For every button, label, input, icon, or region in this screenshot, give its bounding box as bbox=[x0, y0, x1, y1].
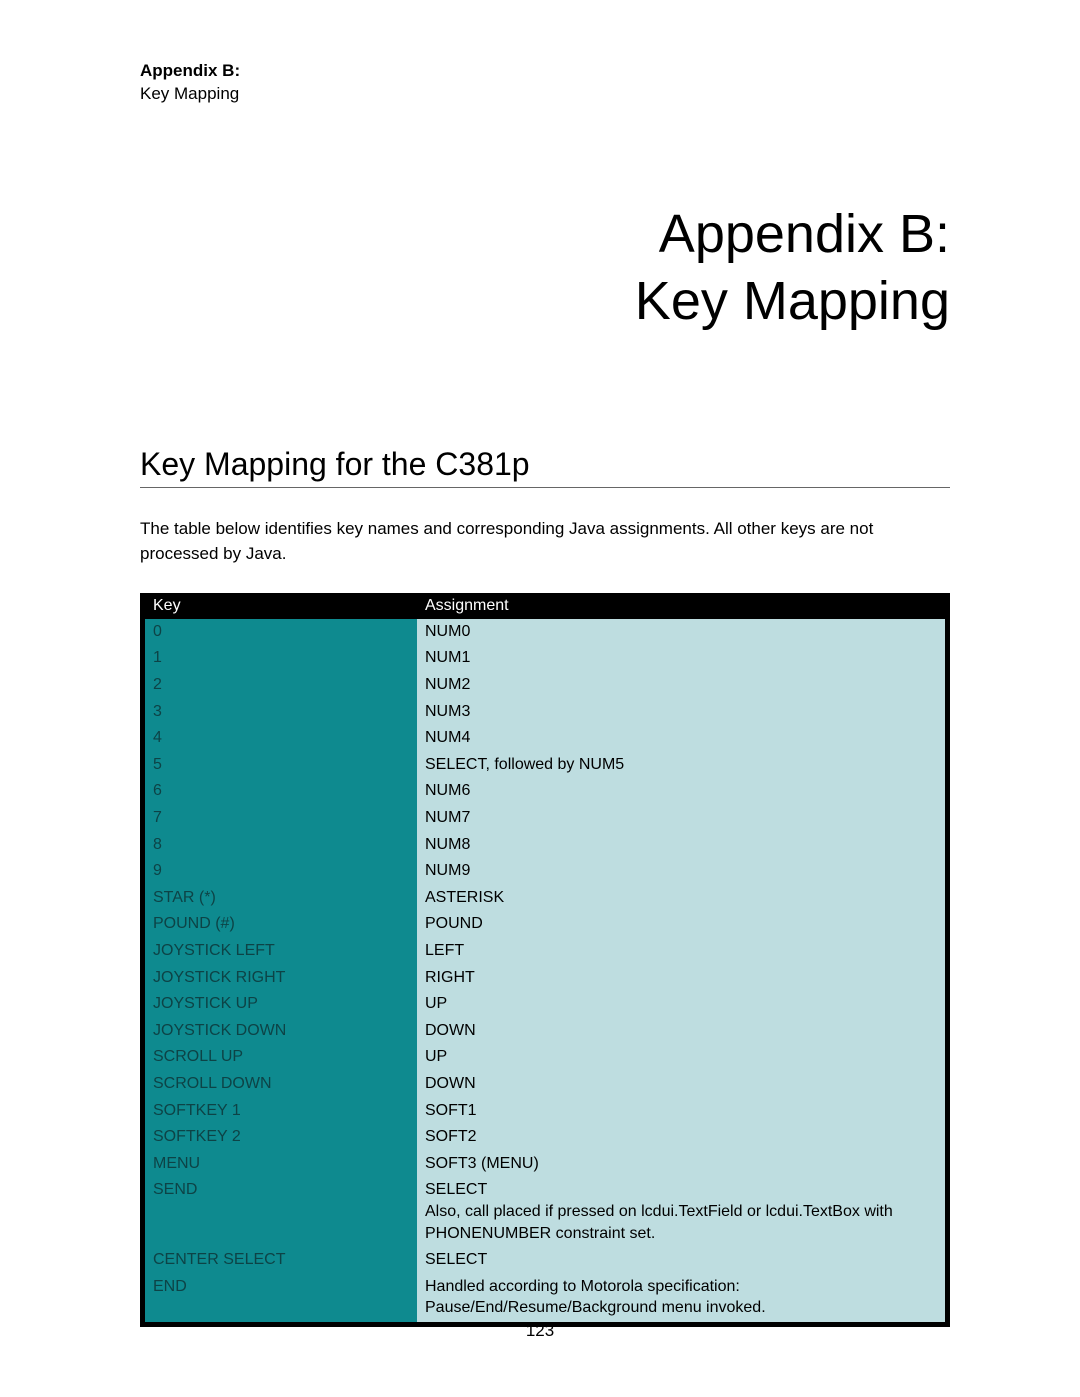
table-row: 6NUM6 bbox=[145, 778, 945, 805]
table-cell-key: CENTER SELECT bbox=[145, 1247, 417, 1274]
table-row: JOYSTICK DOWNDOWN bbox=[145, 1018, 945, 1045]
table-cell-assignment: UP bbox=[417, 991, 945, 1018]
table-row: MENUSOFT3 (MENU) bbox=[145, 1151, 945, 1178]
table-row: JOYSTICK RIGHTRIGHT bbox=[145, 965, 945, 992]
table-row: CENTER SELECTSELECT bbox=[145, 1247, 945, 1274]
table-row: SENDSELECT Also, call placed if pressed … bbox=[145, 1177, 945, 1247]
table-cell-assignment: LEFT bbox=[417, 938, 945, 965]
table-cell-key: 6 bbox=[145, 778, 417, 805]
table-cell-key: SEND bbox=[145, 1177, 417, 1247]
table-cell-key: 4 bbox=[145, 725, 417, 752]
table-row: SCROLL DOWNDOWN bbox=[145, 1071, 945, 1098]
table-cell-key: JOYSTICK RIGHT bbox=[145, 965, 417, 992]
table-row: 3NUM3 bbox=[145, 699, 945, 726]
table-cell-key: SCROLL UP bbox=[145, 1044, 417, 1071]
table-header-key: Key bbox=[145, 593, 417, 619]
table-row: SCROLL UPUP bbox=[145, 1044, 945, 1071]
table-cell-assignment: SOFT3 (MENU) bbox=[417, 1151, 945, 1178]
table-row: 0NUM0 bbox=[145, 619, 945, 646]
table-row: SOFTKEY 1SOFT1 bbox=[145, 1098, 945, 1125]
table-cell-assignment: NUM9 bbox=[417, 858, 945, 885]
table-header-assignment: Assignment bbox=[417, 593, 945, 619]
table-cell-assignment: NUM3 bbox=[417, 699, 945, 726]
table-cell-key: SOFTKEY 2 bbox=[145, 1124, 417, 1151]
table-row: POUND (#)POUND bbox=[145, 911, 945, 938]
table-cell-key: END bbox=[145, 1274, 417, 1322]
page: Appendix B: Key Mapping Appendix B: Key … bbox=[0, 0, 1080, 1397]
table-cell-assignment: NUM2 bbox=[417, 672, 945, 699]
table-row: 4NUM4 bbox=[145, 725, 945, 752]
table-row: ENDHandled according to Motorola specifi… bbox=[145, 1274, 945, 1322]
table-cell-key: SCROLL DOWN bbox=[145, 1071, 417, 1098]
table-cell-key: 9 bbox=[145, 858, 417, 885]
table-row: 2NUM2 bbox=[145, 672, 945, 699]
page-title-line1: Appendix B: bbox=[140, 201, 950, 269]
table-cell-key: 0 bbox=[145, 619, 417, 646]
table-cell-assignment: NUM7 bbox=[417, 805, 945, 832]
table-cell-assignment: NUM4 bbox=[417, 725, 945, 752]
table-cell-assignment: NUM6 bbox=[417, 778, 945, 805]
table-cell-key: 8 bbox=[145, 832, 417, 859]
section-title: Key Mapping for the C381p bbox=[140, 446, 950, 488]
table-row: 1NUM1 bbox=[145, 645, 945, 672]
page-number: 123 bbox=[0, 1321, 1080, 1341]
running-header: Appendix B: Key Mapping bbox=[140, 60, 950, 106]
table-cell-key: 2 bbox=[145, 672, 417, 699]
table-cell-key: JOYSTICK UP bbox=[145, 991, 417, 1018]
table-cell-assignment: POUND bbox=[417, 911, 945, 938]
table-cell-key: 3 bbox=[145, 699, 417, 726]
table-row: 5SELECT, followed by NUM5 bbox=[145, 752, 945, 779]
key-mapping-table-wrap: Key Assignment 0NUM01NUM12NUM23NUM34NUM4… bbox=[140, 593, 950, 1327]
table-cell-key: POUND (#) bbox=[145, 911, 417, 938]
table-cell-key: STAR (*) bbox=[145, 885, 417, 912]
running-header-line1: Appendix B: bbox=[140, 60, 950, 83]
table-cell-key: SOFTKEY 1 bbox=[145, 1098, 417, 1125]
running-header-line2: Key Mapping bbox=[140, 83, 950, 106]
table-row: 9NUM9 bbox=[145, 858, 945, 885]
table-cell-assignment: DOWN bbox=[417, 1018, 945, 1045]
intro-paragraph: The table below identifies key names and… bbox=[140, 516, 950, 567]
table-cell-assignment: DOWN bbox=[417, 1071, 945, 1098]
table-cell-key: MENU bbox=[145, 1151, 417, 1178]
table-cell-key: 5 bbox=[145, 752, 417, 779]
table-cell-assignment: ASTERISK bbox=[417, 885, 945, 912]
table-row: STAR (*)ASTERISK bbox=[145, 885, 945, 912]
table-header-row: Key Assignment bbox=[145, 593, 945, 619]
table-cell-assignment: Handled according to Motorola specificat… bbox=[417, 1274, 945, 1322]
page-title: Appendix B: Key Mapping bbox=[140, 201, 950, 336]
table-cell-key: JOYSTICK DOWN bbox=[145, 1018, 417, 1045]
table-cell-assignment: NUM8 bbox=[417, 832, 945, 859]
table-cell-assignment: NUM1 bbox=[417, 645, 945, 672]
key-mapping-table: Key Assignment 0NUM01NUM12NUM23NUM34NUM4… bbox=[145, 593, 945, 1322]
table-row: JOYSTICK LEFTLEFT bbox=[145, 938, 945, 965]
table-row: JOYSTICK UPUP bbox=[145, 991, 945, 1018]
page-title-line2: Key Mapping bbox=[140, 268, 950, 336]
table-cell-key: JOYSTICK LEFT bbox=[145, 938, 417, 965]
table-row: 8NUM8 bbox=[145, 832, 945, 859]
table-cell-assignment: SELECT bbox=[417, 1247, 945, 1274]
table-cell-key: 1 bbox=[145, 645, 417, 672]
table-cell-assignment: SELECT, followed by NUM5 bbox=[417, 752, 945, 779]
table-cell-assignment: UP bbox=[417, 1044, 945, 1071]
table-row: SOFTKEY 2SOFT2 bbox=[145, 1124, 945, 1151]
table-cell-assignment: SOFT2 bbox=[417, 1124, 945, 1151]
table-row: 7NUM7 bbox=[145, 805, 945, 832]
table-cell-key: 7 bbox=[145, 805, 417, 832]
table-cell-assignment: RIGHT bbox=[417, 965, 945, 992]
table-cell-assignment: NUM0 bbox=[417, 619, 945, 646]
table-cell-assignment: SELECT Also, call placed if pressed on l… bbox=[417, 1177, 945, 1247]
table-cell-assignment: SOFT1 bbox=[417, 1098, 945, 1125]
